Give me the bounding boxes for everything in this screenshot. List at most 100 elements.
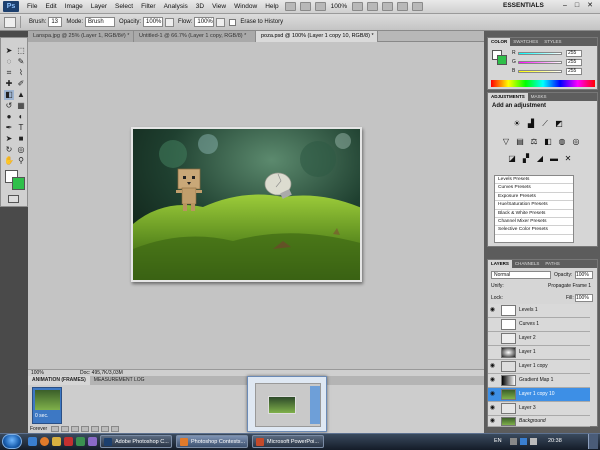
duplicate-frame-icon[interactable] bbox=[101, 426, 110, 432]
levels-icon[interactable]: ▟ bbox=[526, 119, 536, 129]
layer-row[interactable]: Layer 2 bbox=[488, 332, 590, 346]
type-tool-icon[interactable]: T bbox=[16, 123, 26, 133]
tween-icon[interactable] bbox=[91, 426, 100, 432]
tab-styles[interactable]: STYLES bbox=[541, 38, 564, 46]
quick-select-tool-icon[interactable]: ✎ bbox=[16, 57, 26, 67]
pressure-opacity-icon[interactable] bbox=[165, 17, 175, 27]
brightness-contrast-icon[interactable]: ☀ bbox=[512, 119, 522, 129]
show-desktop-icon[interactable] bbox=[28, 437, 37, 446]
taskbar-photoshop[interactable]: Adobe Photoshop C... bbox=[100, 435, 172, 448]
mini-bridge-icon[interactable] bbox=[299, 2, 311, 11]
layer-row[interactable]: ◉ Background bbox=[488, 416, 590, 427]
vibrance-icon[interactable]: ▽ bbox=[501, 137, 511, 147]
hand-tool-icon[interactable]: ✋ bbox=[4, 156, 14, 166]
minimize-button[interactable]: – bbox=[560, 1, 570, 11]
zoom-tool-icon[interactable]: ⚲ bbox=[16, 156, 26, 166]
pen-tool-icon[interactable]: ✒ bbox=[4, 123, 14, 133]
start-button-icon[interactable] bbox=[2, 434, 22, 449]
preset-item[interactable]: Black & White Presets bbox=[495, 210, 573, 218]
tab-adjustments[interactable]: ADJUSTMENTS bbox=[488, 93, 528, 101]
utility-icon[interactable] bbox=[76, 437, 85, 446]
preset-item[interactable]: Hue/Saturation Presets bbox=[495, 201, 573, 210]
next-frame-icon[interactable] bbox=[81, 426, 90, 432]
color-balance-icon[interactable]: ⚖ bbox=[529, 137, 539, 147]
tab-masks[interactable]: MASKS bbox=[528, 93, 550, 101]
move-tool-icon[interactable]: ➤ bbox=[4, 46, 14, 56]
menu-layer[interactable]: Layer bbox=[87, 3, 111, 10]
explorer-folder-icon[interactable] bbox=[52, 437, 61, 446]
crop-tool-icon[interactable]: ⌗ bbox=[4, 68, 14, 78]
clone-stamp-tool-icon[interactable]: ▲ bbox=[16, 90, 26, 100]
layer-row-selected[interactable]: ◉ Layer 1 copy 10 bbox=[488, 388, 590, 402]
menu-3d[interactable]: 3D bbox=[192, 3, 208, 10]
preset-item[interactable]: Channel Mixer Presets bbox=[495, 218, 573, 227]
tab-poza[interactable]: poza.psd @ 100% (Layer 1 copy 10, RGB/8)… bbox=[256, 31, 378, 42]
menu-file[interactable]: File bbox=[23, 3, 41, 10]
red-slider[interactable] bbox=[518, 52, 562, 55]
visibility-eye-icon[interactable]: ◉ bbox=[489, 418, 496, 425]
tab-lanspa[interactable]: Lanspa.jpg @ 25% (Layer 1, RGB/8#) * bbox=[28, 31, 134, 42]
layer-row[interactable]: ◉ Levels 1 bbox=[488, 304, 590, 318]
layer-row[interactable]: ◉ Layer 3 bbox=[488, 402, 590, 416]
mode-select[interactable]: Brush bbox=[85, 17, 116, 27]
layer-row[interactable]: ◉ Layer 1 copy bbox=[488, 360, 590, 374]
visibility-eye-icon[interactable]: ◉ bbox=[489, 391, 496, 398]
red-value[interactable]: 255 bbox=[566, 50, 582, 57]
invert-icon[interactable]: ◪ bbox=[507, 154, 517, 164]
zoom-level[interactable]: 100% bbox=[331, 3, 348, 10]
erase-history-checkbox[interactable] bbox=[229, 18, 237, 26]
preset-item[interactable]: Exposure Presets bbox=[495, 193, 573, 202]
layer-row[interactable]: Curves 1 bbox=[488, 318, 590, 332]
menu-image[interactable]: Image bbox=[61, 3, 87, 10]
posterize-icon[interactable]: ▞ bbox=[521, 154, 531, 164]
bridge-icon[interactable] bbox=[284, 2, 296, 11]
hue-saturation-icon[interactable]: ▤ bbox=[515, 137, 525, 147]
menu-view[interactable]: View bbox=[208, 3, 230, 10]
layer-row[interactable]: Layer 1 bbox=[488, 346, 590, 360]
menu-analysis[interactable]: Analysis bbox=[160, 3, 192, 10]
black-white-icon[interactable]: ◧ bbox=[543, 137, 553, 147]
selective-color-icon[interactable]: ✕ bbox=[563, 154, 573, 164]
visibility-eye-icon[interactable]: ◉ bbox=[489, 377, 496, 384]
preset-item[interactable]: Levels Presets bbox=[495, 176, 573, 185]
taskbar-firefox[interactable]: Photoshop Contests... bbox=[176, 435, 248, 448]
blend-mode-select[interactable]: Normal bbox=[491, 271, 551, 279]
opacity-input[interactable]: 100% bbox=[143, 17, 164, 27]
show-desktop-button[interactable] bbox=[588, 434, 598, 449]
tab-layers[interactable]: LAYERS bbox=[488, 260, 512, 268]
flow-input[interactable]: 100% bbox=[194, 17, 215, 27]
menu-edit[interactable]: Edit bbox=[41, 3, 60, 10]
history-brush-tool-icon[interactable]: ↺ bbox=[4, 101, 14, 111]
color-background-swatch[interactable] bbox=[497, 55, 507, 65]
rotate-view-icon[interactable] bbox=[382, 2, 394, 11]
maximize-button[interactable]: □ bbox=[572, 1, 582, 11]
lasso-tool-icon[interactable]: ◌ bbox=[4, 57, 14, 67]
tab-channels[interactable]: CHANNELS bbox=[512, 260, 543, 268]
media-icon[interactable] bbox=[64, 437, 73, 446]
animation-frame[interactable]: 0 sec. bbox=[32, 387, 62, 424]
menu-window[interactable]: Window bbox=[230, 3, 261, 10]
blur-tool-icon[interactable]: ● bbox=[4, 112, 14, 122]
previous-frame-icon[interactable] bbox=[61, 426, 70, 432]
curves-icon[interactable]: ⟋ bbox=[540, 119, 550, 129]
first-frame-icon[interactable] bbox=[51, 426, 60, 432]
frame-delay[interactable]: 0 sec. bbox=[35, 413, 48, 419]
layer-row[interactable]: ◉ Gradient Map 1 bbox=[488, 374, 590, 388]
brush-size-picker[interactable]: 13 bbox=[48, 17, 63, 27]
tab-measurement-log[interactable]: MEASUREMENT LOG bbox=[90, 376, 149, 385]
eraser-tool-icon[interactable]: ◧ bbox=[4, 90, 14, 100]
document-image[interactable] bbox=[131, 127, 362, 282]
screen-mode-icon[interactable] bbox=[412, 2, 424, 11]
loop-select[interactable]: Forever bbox=[30, 426, 47, 432]
layer-opacity-input[interactable]: 100% bbox=[575, 271, 593, 279]
preset-item[interactable]: Curves Presets bbox=[495, 184, 573, 193]
visibility-eye-icon[interactable]: ◉ bbox=[489, 405, 496, 412]
visibility-eye-icon[interactable] bbox=[489, 321, 496, 328]
eraser-preset-icon[interactable] bbox=[4, 16, 16, 28]
3d-rotate-tool-icon[interactable]: ↻ bbox=[4, 145, 14, 155]
color-ramp[interactable] bbox=[491, 80, 595, 87]
zoom-tool-icon[interactable] bbox=[367, 2, 379, 11]
menu-select[interactable]: Select bbox=[111, 3, 137, 10]
workspace-switcher[interactable]: ESSENTIALS bbox=[503, 2, 544, 9]
arrange-documents-icon[interactable] bbox=[397, 2, 409, 11]
